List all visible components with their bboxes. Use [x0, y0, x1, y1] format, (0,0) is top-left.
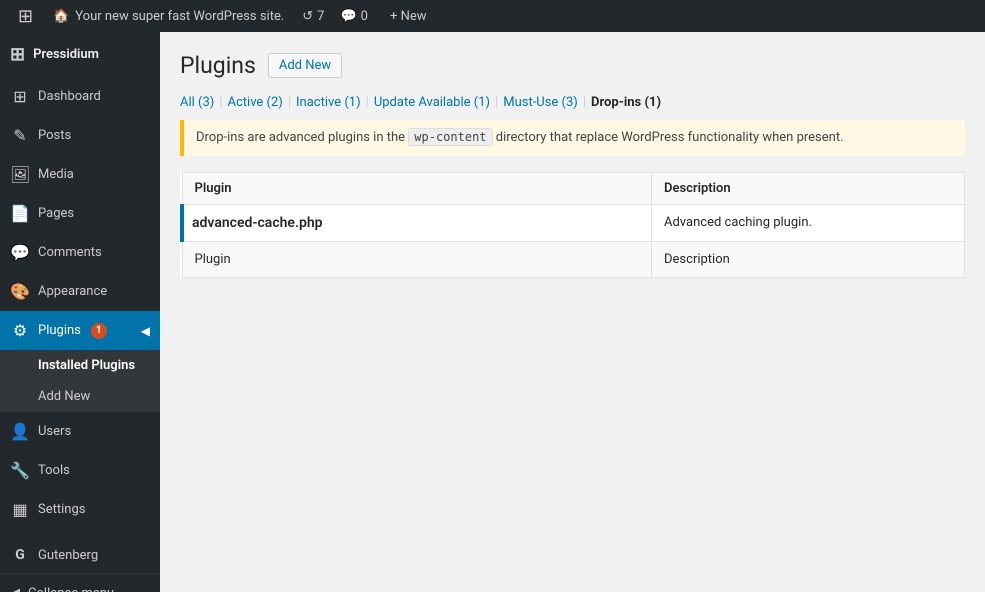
- sidebar-item-plugins[interactable]: ⚙ Plugins 1 ◀: [0, 311, 160, 350]
- sidebar: ⊞ Pressidium ⊞ Dashboard ✎ Posts 🖼 Media…: [0, 32, 160, 592]
- collapse-icon: ◀: [10, 586, 20, 592]
- posts-icon: ✎: [10, 126, 30, 145]
- sidebar-item-users[interactable]: 👤 Users: [0, 412, 160, 451]
- filter-all[interactable]: All (3): [180, 95, 214, 110]
- col-description-header: Description: [652, 172, 965, 204]
- admin-bar: ⊞ 🏠 Your new super fast WordPress site. …: [0, 0, 985, 32]
- sidebar-item-label: Pages: [38, 206, 74, 221]
- brand-icon: ⊞: [10, 44, 25, 65]
- plugins-submenu: Installed Plugins Add New: [0, 350, 160, 412]
- brand-label: Pressidium: [33, 47, 99, 62]
- footer-description-cell: Description: [652, 241, 965, 277]
- media-icon: 🖼: [10, 165, 30, 184]
- plugins-badge: 1: [91, 323, 107, 339]
- appearance-icon: 🎨: [10, 282, 30, 301]
- sidebar-item-settings[interactable]: ▦ Settings: [0, 490, 160, 529]
- plugins-arrow-icon: ◀: [141, 324, 150, 338]
- comments-count: 0: [361, 9, 368, 24]
- sidebar-item-tools[interactable]: 🔧 Tools: [0, 451, 160, 490]
- home-icon: 🏠: [53, 9, 69, 24]
- sidebar-item-label: Media: [38, 167, 74, 182]
- comments-icon: 💬: [10, 243, 30, 262]
- wp-logo-item[interactable]: ⊞: [8, 0, 43, 32]
- sidebar-item-media[interactable]: 🖼 Media: [0, 155, 160, 194]
- comments-icon: 💬: [340, 9, 356, 24]
- plugins-table: Plugin Description advanced-cache.php Ad…: [180, 172, 965, 278]
- filter-drop-ins[interactable]: Drop-ins (1): [591, 95, 661, 110]
- notice-text: Drop-ins are advanced plugins in the: [196, 130, 408, 145]
- sidebar-brand[interactable]: ⊞ Pressidium: [0, 32, 160, 77]
- page-header: Plugins Add New: [180, 52, 965, 79]
- add-new-button[interactable]: Add New: [268, 53, 342, 78]
- plugin-name-cell: advanced-cache.php: [182, 204, 652, 241]
- sidebar-item-comments[interactable]: 💬 Comments: [0, 233, 160, 272]
- sidebar-item-label: Settings: [38, 502, 85, 517]
- site-name-item[interactable]: 🏠 Your new super fast WordPress site.: [43, 0, 294, 32]
- table-row: advanced-cache.php Advanced caching plug…: [182, 204, 965, 241]
- pages-icon: 📄: [10, 204, 30, 223]
- footer-plugin-cell: Plugin: [182, 241, 652, 277]
- settings-icon: ▦: [10, 500, 30, 519]
- main-content: Plugins Add New All (3) | Active (2) | I…: [160, 32, 985, 592]
- sidebar-item-label: Posts: [38, 128, 71, 143]
- site-name: Your new super fast WordPress site.: [75, 9, 284, 24]
- sidebar-item-label: Plugins: [38, 323, 81, 338]
- collapse-menu-button[interactable]: ◀ Collapse menu: [0, 573, 160, 592]
- col-plugin-header: Plugin: [182, 172, 652, 204]
- updates-counter[interactable]: ↺ 7: [294, 0, 332, 32]
- new-label: + New: [390, 9, 427, 24]
- sidebar-item-posts[interactable]: ✎ Posts: [0, 116, 160, 155]
- plugin-description-cell: Advanced caching plugin.: [652, 204, 965, 241]
- plugin-name: advanced-cache.php: [192, 215, 323, 231]
- new-content-button[interactable]: + New: [380, 0, 437, 32]
- updates-icon: ↺: [302, 9, 313, 24]
- sidebar-item-label: Appearance: [38, 284, 107, 299]
- sidebar-item-appearance[interactable]: 🎨 Appearance: [0, 272, 160, 311]
- submenu-add-new[interactable]: Add New: [0, 381, 160, 412]
- plugins-icon: ⚙: [10, 321, 30, 340]
- page-title: Plugins: [180, 52, 256, 79]
- sidebar-item-pages[interactable]: 📄 Pages: [0, 194, 160, 233]
- tools-icon: 🔧: [10, 461, 30, 480]
- table-header-row: Plugin Description: [182, 172, 965, 204]
- dashboard-icon: ⊞: [10, 87, 30, 106]
- notice-suffix: directory that replace WordPress functio…: [493, 130, 844, 145]
- dropin-notice: Drop-ins are advanced plugins in the wp-…: [180, 120, 965, 156]
- sidebar-item-label: Tools: [38, 463, 70, 478]
- sidebar-item-gutenberg[interactable]: G Gutenberg: [0, 537, 160, 573]
- filter-links: All (3) | Active (2) | Inactive (1) | Up…: [180, 95, 965, 110]
- gutenberg-icon: G: [10, 547, 30, 563]
- filter-active[interactable]: Active (2): [228, 95, 283, 110]
- submenu-installed-plugins[interactable]: Installed Plugins: [0, 350, 160, 381]
- sidebar-item-label: Gutenberg: [38, 548, 98, 563]
- updates-count: 7: [317, 9, 324, 24]
- comments-counter[interactable]: 💬 0: [332, 0, 376, 32]
- table-footer-row: Plugin Description: [182, 241, 965, 277]
- collapse-label: Collapse menu: [28, 586, 114, 592]
- users-icon: 👤: [10, 422, 30, 441]
- sidebar-item-label: Dashboard: [38, 89, 101, 104]
- sidebar-item-label: Users: [38, 424, 71, 439]
- sidebar-item-label: Comments: [38, 245, 102, 260]
- wp-logo-icon: ⊞: [18, 6, 33, 27]
- filter-must-use[interactable]: Must-Use (3): [503, 95, 578, 110]
- notice-code: wp-content: [408, 128, 492, 146]
- sidebar-item-dashboard[interactable]: ⊞ Dashboard: [0, 77, 160, 116]
- filter-update-available[interactable]: Update Available (1): [374, 95, 490, 110]
- filter-inactive[interactable]: Inactive (1): [296, 95, 361, 110]
